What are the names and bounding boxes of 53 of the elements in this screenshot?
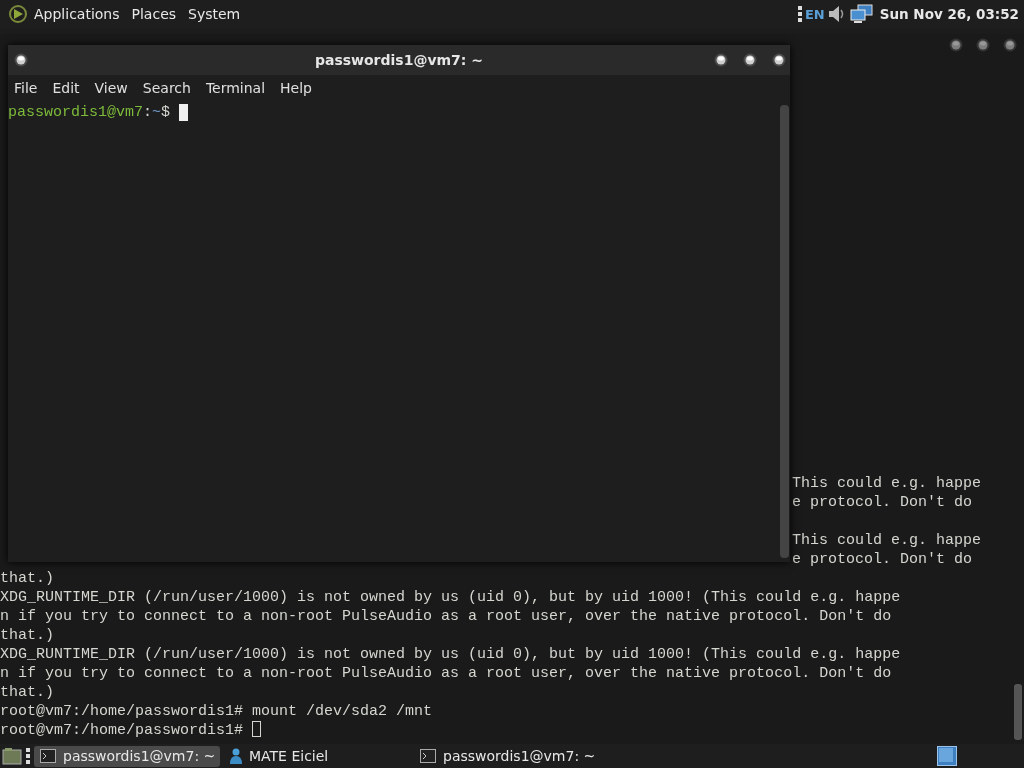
- window-control-button[interactable]: [976, 38, 990, 52]
- terminal-output-line: that.): [0, 626, 54, 645]
- speaker-icon[interactable]: [827, 4, 846, 24]
- terminal-output-line: that.): [0, 683, 54, 702]
- menu-item[interactable]: Terminal: [199, 80, 272, 96]
- menu-item[interactable]: File: [8, 80, 44, 96]
- window-control-button[interactable]: [714, 53, 728, 67]
- terminal-output-line: e protocol. Don't do: [792, 550, 973, 569]
- panel-menu[interactable]: Places: [125, 6, 183, 22]
- person-icon: [230, 748, 242, 764]
- workspace-switcher[interactable]: [937, 746, 957, 766]
- taskbar-button[interactable]: passwordis1@vm7: ~: [34, 745, 220, 767]
- panel-menu[interactable]: System: [182, 6, 247, 22]
- window-control-button[interactable]: [772, 53, 786, 67]
- show-desktop-icon[interactable]: [2, 747, 22, 765]
- taskbar-button[interactable]: MATE Eiciel: [224, 745, 410, 767]
- menu-item[interactable]: Search: [136, 80, 197, 96]
- taskbar-button[interactable]: passwordis1@vm7: ~: [414, 745, 600, 767]
- terminal-output-line: This could e.g. happe: [792, 474, 982, 493]
- terminal-output-line: This could e.g. happe: [792, 531, 982, 550]
- prompt-path: ~: [152, 103, 162, 122]
- window-control-button[interactable]: [1003, 38, 1017, 52]
- network-computers-icon[interactable]: [849, 4, 874, 24]
- panel-menu[interactable]: Applications: [28, 6, 126, 22]
- terminal-output-line: that.): [0, 569, 54, 588]
- terminal-output-line: n if you try to connect to a non-root PulseAudio as a root user, over the native protocol. Don't do: [0, 664, 892, 683]
- handle-icon[interactable]: [797, 5, 802, 23]
- window-control-button[interactable]: [949, 38, 963, 52]
- clock[interactable]: Sun Nov 26, 03:52: [879, 6, 1019, 22]
- prompt-separator: :: [143, 103, 153, 122]
- terminal-output-line: XDG_RUNTIME_DIR (/run/user/1000) is not owned by us (uid 0), but by uid 1000! (This could e.g. happe: [0, 588, 901, 607]
- handle-icon[interactable]: [26, 747, 30, 765]
- window-title: passwordis1@vm7: ~: [314, 52, 484, 68]
- text-cursor: [179, 104, 189, 121]
- menu-logo-icon[interactable]: [8, 4, 28, 24]
- terminal-icon: [420, 749, 436, 763]
- terminal-output-line: root@vm7:/home/passwordis1# mount /dev/sda2 /mnt: [0, 702, 433, 721]
- menu-item[interactable]: Edit: [46, 80, 86, 96]
- terminal-output-line: e protocol. Don't do: [792, 493, 973, 512]
- prompt-user-host: passwordis1@vm7: [8, 103, 144, 122]
- menu-item[interactable]: Help: [274, 80, 318, 96]
- prompt-symbol: $: [161, 103, 172, 122]
- keyboard-layout-indicator[interactable]: EN: [804, 6, 825, 22]
- text-cursor: [252, 721, 262, 737]
- window-menu-button[interactable]: [14, 53, 28, 67]
- terminal-prompt: root@vm7:/home/passwordis1#: [0, 722, 245, 739]
- scrollbar-thumb[interactable]: [1014, 684, 1022, 740]
- terminal-icon: [40, 749, 56, 763]
- terminal-output-line: n if you try to connect to a non-root PulseAudio as a root user, over the native protocol. Don't do: [0, 607, 892, 626]
- terminal-output-line: XDG_RUNTIME_DIR (/run/user/1000) is not owned by us (uid 0), but by uid 1000! (This could e.g. happe: [0, 645, 901, 664]
- menu-item[interactable]: View: [88, 80, 134, 96]
- window-control-button[interactable]: [743, 53, 757, 67]
- scrollbar-thumb[interactable]: [780, 105, 789, 558]
